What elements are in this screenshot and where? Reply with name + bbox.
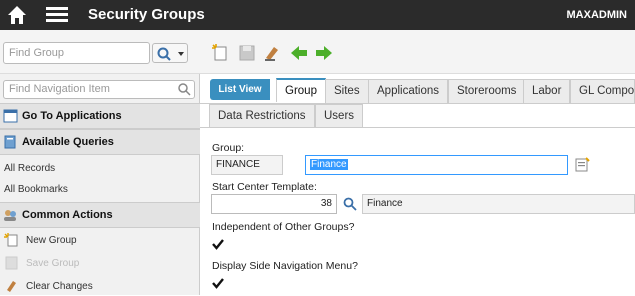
start-center-field[interactable]: 38 [211, 194, 337, 214]
side-nav-label: Display Side Navigation Menu? [212, 260, 358, 272]
hamburger-menu-icon[interactable] [46, 7, 68, 23]
tab-users[interactable]: Users [315, 104, 364, 128]
side-nav-checkbox[interactable] [212, 277, 224, 289]
group-label: Group: [212, 142, 245, 154]
query-all-records[interactable]: All Records [4, 163, 55, 174]
clear-changes-action-icon [4, 279, 19, 293]
tab-data-restrictions[interactable]: Data Restrictions [209, 104, 315, 128]
search-icon[interactable] [177, 82, 191, 96]
find-group-input[interactable]: Find Group [3, 42, 150, 64]
people-icon [3, 208, 18, 222]
long-description-icon[interactable] [573, 156, 591, 174]
tab-group[interactable]: Group [276, 78, 326, 102]
action-save-group: Save Group [26, 258, 80, 269]
app-title: Security Groups [88, 6, 205, 23]
independent-checkbox[interactable] [212, 238, 224, 250]
go-to-applications-header[interactable]: Go To Applications [0, 103, 200, 129]
start-center-label: Start Center Template: [212, 181, 317, 193]
find-group-button[interactable] [152, 43, 188, 63]
lookup-search-icon[interactable] [342, 196, 358, 212]
common-actions-header[interactable]: Common Actions [0, 202, 200, 228]
tab-applications[interactable]: Applications [368, 79, 449, 103]
clear-changes-icon[interactable] [262, 43, 282, 63]
tab-gl-components[interactable]: GL Compon [570, 79, 635, 103]
group-description-field[interactable]: Finance [305, 155, 568, 175]
action-new-group[interactable]: New Group [26, 235, 77, 246]
save-icon [237, 43, 257, 63]
start-center-description-field: Finance [362, 194, 635, 214]
user-name[interactable]: MAXADMIN [567, 9, 628, 21]
group-field: FINANCE [211, 155, 283, 175]
tab-divider-2 [200, 127, 635, 128]
find-navigation-input[interactable]: Find Navigation Item [3, 80, 195, 99]
new-record-icon[interactable] [210, 43, 230, 63]
next-record-icon[interactable] [314, 43, 334, 63]
save-group-icon [4, 256, 19, 270]
tab-sites[interactable]: Sites [325, 79, 369, 103]
query-icon [3, 135, 18, 149]
previous-record-icon[interactable] [289, 43, 309, 63]
home-icon[interactable] [0, 0, 34, 30]
tab-storerooms[interactable]: Storerooms [448, 79, 526, 103]
tab-labor[interactable]: Labor [523, 79, 571, 103]
new-group-icon [4, 233, 19, 247]
query-all-bookmarks[interactable]: All Bookmarks [4, 184, 68, 195]
available-queries-header[interactable]: Available Queries [0, 129, 200, 155]
independent-label: Independent of Other Groups? [212, 221, 355, 233]
action-clear-changes[interactable]: Clear Changes [26, 281, 93, 292]
group-description-selection: Finance [310, 159, 348, 170]
list-view-button[interactable]: List View [210, 79, 270, 100]
window-icon [3, 109, 18, 123]
